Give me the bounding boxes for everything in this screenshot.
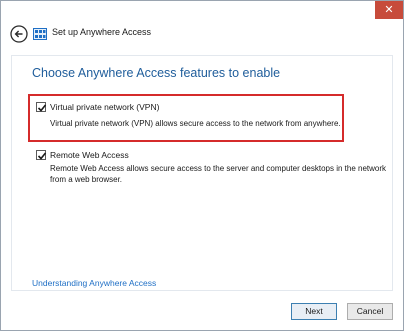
checkmark-icon	[37, 104, 47, 112]
back-button[interactable]	[10, 25, 28, 43]
next-button[interactable]: Next	[291, 303, 337, 320]
page-title: Choose Anywhere Access features to enabl…	[32, 66, 281, 80]
wizard-window: ✕ Set up Anywhere Access Choose Anywhere…	[0, 0, 404, 331]
window-title: Set up Anywhere Access	[52, 27, 152, 37]
close-button[interactable]: ✕	[375, 1, 403, 19]
vpn-description: Virtual private network (VPN) allows sec…	[50, 119, 341, 128]
server-app-icon	[33, 27, 47, 40]
cancel-button[interactable]: Cancel	[347, 303, 393, 320]
back-arrow-icon	[10, 25, 28, 43]
remote-web-access-description-line2: from a web browser.	[50, 175, 123, 184]
vpn-checkbox[interactable]	[36, 102, 47, 112]
vpn-label[interactable]: Virtual private network (VPN)	[50, 102, 159, 112]
title-bar: ✕ Set up Anywhere Access	[1, 1, 403, 49]
remote-web-access-label[interactable]: Remote Web Access	[50, 150, 129, 160]
remote-web-access-checkbox[interactable]	[36, 150, 47, 160]
content-panel: Choose Anywhere Access features to enabl…	[11, 55, 393, 291]
remote-web-access-description-line1: Remote Web Access allows secure access t…	[50, 164, 387, 173]
checkmark-icon	[37, 152, 47, 160]
understanding-anywhere-access-link[interactable]: Understanding Anywhere Access	[32, 278, 156, 288]
